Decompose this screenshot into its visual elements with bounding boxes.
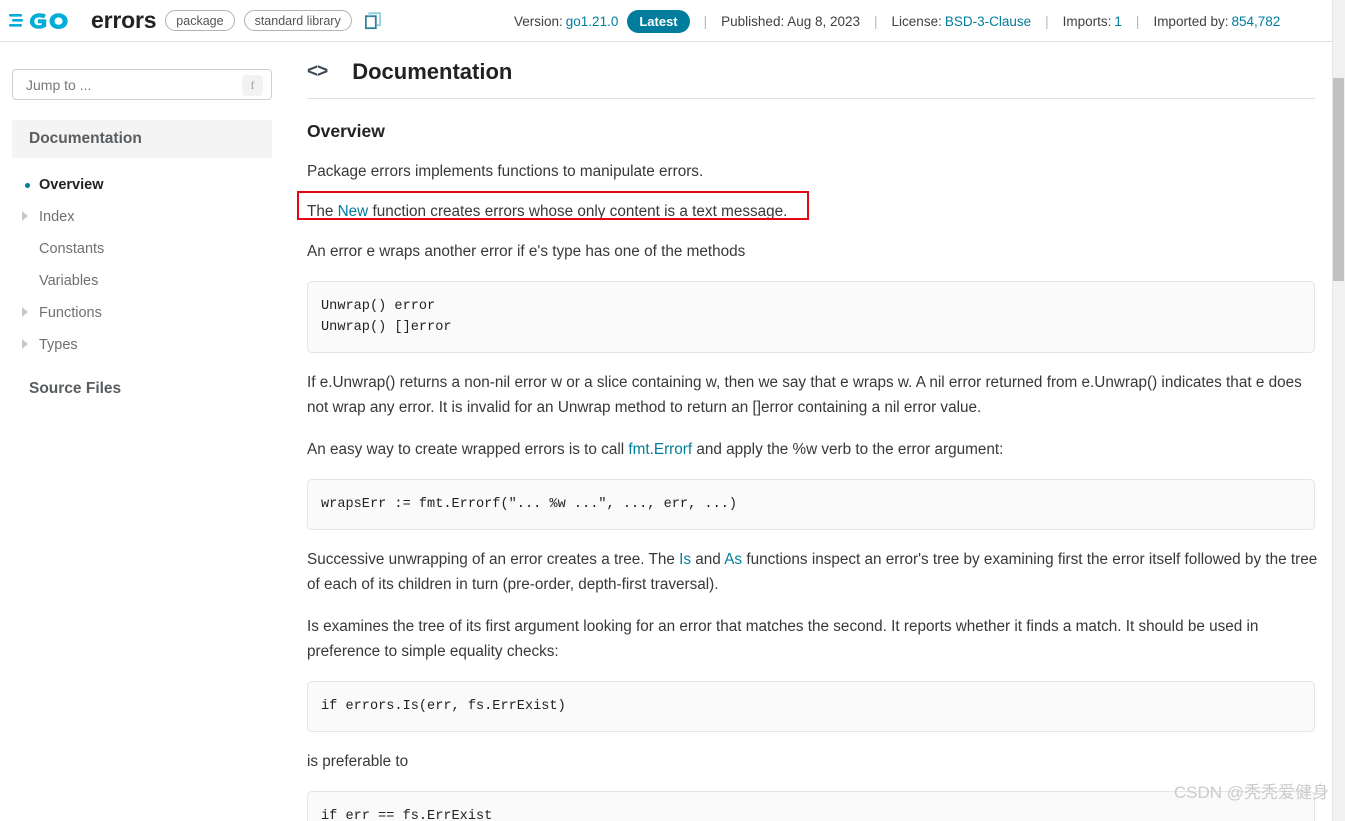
overview-paragraph-5: An easy way to create wrapped errors is … — [307, 437, 1319, 462]
overview-paragraph-2: The New function creates errors whose on… — [307, 199, 1319, 224]
go-gopher-logo-icon — [9, 12, 68, 29]
code-block-err-equals: if err == fs.ErrExist — [307, 791, 1315, 821]
overview-paragraph-7: Is examines the tree of its first argume… — [307, 618, 1259, 660]
code-brackets-icon: <> — [307, 61, 328, 82]
overview-paragraph-1: Package errors implements functions to m… — [307, 163, 704, 180]
vertical-scrollbar-thumb[interactable] — [1333, 78, 1344, 281]
documentation-header: <> Documentation — [307, 59, 1332, 85]
overview-paragraph-3: An error e wraps another error if e's ty… — [307, 243, 746, 260]
version-label: Version: — [514, 13, 563, 29]
paragraph-text-pre: An easy way to create wrapped errors is … — [307, 441, 629, 458]
copy-icon — [365, 11, 382, 29]
meta-separator-3: | — [1045, 13, 1049, 29]
sidebar-item-label: Index — [39, 209, 75, 225]
page-title: Documentation — [352, 59, 513, 84]
sidebar-item-index[interactable]: Index — [0, 201, 285, 233]
go-logo[interactable] — [9, 7, 81, 35]
chevron-right-icon[interactable] — [22, 211, 28, 221]
imports-info: Imports: 1 — [1063, 14, 1122, 29]
imported-by-link[interactable]: 854,782 — [1231, 14, 1280, 29]
sidebar-item-label: Functions — [39, 305, 102, 321]
title-divider — [307, 98, 1315, 99]
sidebar-nav: Overview Index Constants Variables Funct… — [0, 169, 285, 361]
version-info: Version: go1.21.0 — [514, 14, 618, 29]
paragraph-text-post: and apply the %w verb to the error argum… — [692, 441, 1004, 458]
chevron-right-icon[interactable] — [22, 307, 28, 317]
license-link[interactable]: BSD-3-Clause — [945, 14, 1031, 29]
jump-to-input[interactable] — [13, 70, 218, 99]
sidebar: f Documentation Overview Index Constants… — [0, 43, 285, 821]
sidebar-item-constants[interactable]: Constants — [0, 233, 285, 265]
code-block-errors-is: if errors.Is(err, fs.ErrExist) — [307, 681, 1315, 732]
meta-separator-2: | — [874, 13, 878, 29]
is-function-link[interactable]: Is — [679, 551, 691, 568]
imports-link[interactable]: 1 — [1114, 14, 1122, 29]
paragraph-text-mid: and — [691, 551, 725, 568]
fmt-errorf-link[interactable]: fmt.Errorf — [628, 441, 692, 458]
chip-standard-library[interactable]: standard library — [243, 10, 352, 31]
as-function-link[interactable]: As — [724, 551, 742, 568]
paragraph-text-pre: The — [307, 203, 338, 220]
chip-package[interactable]: package — [165, 10, 235, 31]
latest-badge: Latest — [627, 9, 690, 33]
license-label: License: — [891, 13, 942, 29]
page-root: errors package standard library Version:… — [0, 0, 1345, 821]
imported-by-info: Imported by: 854,782 — [1153, 14, 1280, 29]
published-info: Published: Aug 8, 2023 — [721, 14, 860, 29]
paragraph-text-pre: Successive unwrapping of an error create… — [307, 551, 680, 568]
overview-paragraph-8: is preferable to — [307, 753, 409, 770]
overview-paragraph-6: Successive unwrapping of an error create… — [307, 547, 1319, 597]
vertical-scrollbar-track[interactable] — [1332, 0, 1345, 821]
site-header: errors package standard library Version:… — [0, 0, 1332, 42]
paragraph-text-post: function creates errors whose only conte… — [368, 203, 788, 220]
meta-separator-4: | — [1135, 13, 1140, 29]
overview-paragraph-4: If e.Unwrap() returns a non-nil error w … — [307, 374, 1302, 416]
sidebar-item-source-files[interactable]: Source Files — [0, 373, 285, 405]
published-label: Published: — [721, 13, 785, 29]
overview-heading: Overview — [307, 121, 385, 141]
imported-by-label: Imported by: — [1153, 13, 1229, 29]
sidebar-item-label: Overview — [39, 177, 104, 193]
chevron-right-icon[interactable] — [22, 339, 28, 349]
sidebar-item-label: Variables — [39, 273, 99, 289]
version-link[interactable]: go1.21.0 — [566, 14, 619, 29]
sidebar-item-functions[interactable]: Functions — [0, 297, 285, 329]
code-block-wrapserr: wrapsErr := fmt.Errorf("... %w ...", ...… — [307, 479, 1315, 530]
active-bullet-icon — [25, 183, 30, 188]
header-metadata: Version: go1.21.0 Latest | Published: Au… — [514, 0, 1280, 42]
code-block-unwrap: Unwrap() error Unwrap() []error — [307, 281, 1315, 353]
sidebar-section-documentation[interactable]: Documentation — [12, 120, 272, 158]
package-name: errors — [91, 7, 157, 33]
imports-label: Imports: — [1062, 13, 1112, 29]
sidebar-item-label: Constants — [39, 241, 105, 257]
sidebar-item-overview[interactable]: Overview — [0, 169, 285, 201]
jump-to-container[interactable]: f — [12, 69, 272, 100]
sidebar-item-label: Types — [39, 337, 78, 353]
keyboard-shortcut-badge: f — [242, 75, 263, 96]
copy-path-button[interactable] — [363, 10, 385, 32]
watermark: CSDN @秃秃爱健身 — [1173, 783, 1329, 802]
sidebar-item-variables[interactable]: Variables — [0, 265, 285, 297]
license-info: License: BSD-3-Clause — [892, 14, 1032, 29]
main-content: <> Documentation Overview Package errors… — [285, 43, 1332, 821]
sidebar-item-types[interactable]: Types — [0, 329, 285, 361]
meta-separator-1: | — [703, 13, 708, 29]
published-value: Aug 8, 2023 — [787, 13, 861, 29]
new-function-link[interactable]: New — [338, 203, 369, 220]
